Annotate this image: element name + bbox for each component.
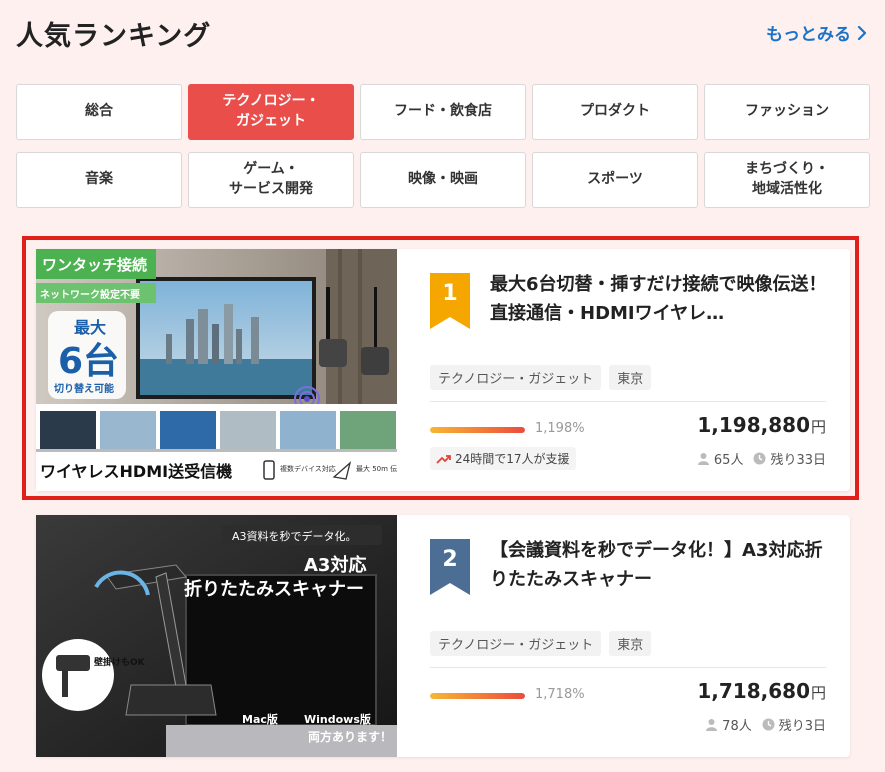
funding-amount: 1,718,680円	[697, 679, 826, 703]
project-card[interactable]: A3資料を秒でデータ化。 A3対応 折りたたみスキャナー 壁掛けもOK Mac版…	[36, 515, 850, 757]
category-tab-food[interactable]: フード・飲食店	[360, 84, 526, 140]
ranking-header: 人気ランキング もっとみる	[16, 12, 869, 52]
category-tab-community[interactable]: まちづくり・ 地域活性化	[704, 152, 870, 208]
currency-label: 円	[810, 684, 826, 702]
category-tabs: 総合 テクノロジー・ ガジェット フード・飲食店 プロダクト ファッション 音楽…	[16, 84, 870, 208]
image-headline-2: 折りたたみスキャナー	[184, 578, 364, 600]
tag-location[interactable]: 東京	[609, 365, 652, 390]
project-title[interactable]: 最大6台切替・挿すだけ接続で映像伝送！直接通信・HDMIワイヤレ…	[490, 271, 835, 329]
project-tags: テクノロジー・ガジェット 東京	[430, 631, 652, 656]
see-more-label: もっとみる	[766, 25, 851, 45]
tag-category[interactable]: テクノロジー・ガジェット	[430, 365, 602, 390]
remaining-label: 残り33日	[770, 453, 826, 468]
project-card[interactable]: ワンタッチ接続 ネットワーク設定不要 最大 6台 切り替え可能 ワイヤレスHDM…	[36, 249, 850, 491]
rank-number: 2	[442, 547, 458, 572]
image-bottom-title: ワイヤレスHDMI送受信機	[40, 462, 232, 481]
category-tab-fashion[interactable]: ファッション	[704, 84, 870, 140]
category-tab-game[interactable]: ゲーム・ サービス開発	[188, 152, 354, 208]
category-tab-music[interactable]: 音楽	[16, 152, 182, 208]
project-meta: 78人 残り3日	[705, 715, 826, 734]
image-badge-sub: ネットワーク設定不要	[40, 288, 140, 301]
image-wall-label: 壁掛けもOK	[94, 656, 146, 668]
image-both-label: 両方あります！	[308, 729, 392, 744]
supporters-label: 78人	[722, 719, 752, 734]
amount-value: 1,198,880	[697, 413, 810, 437]
rank-badge: 2	[430, 539, 470, 595]
category-tab-product[interactable]: プロダクト	[532, 84, 698, 140]
project-thumbnail[interactable]: A3資料を秒でデータ化。 A3対応 折りたたみスキャナー 壁掛けもOK Mac版…	[36, 515, 397, 757]
funding-progress-bar	[430, 427, 525, 433]
supporters-label: 65人	[713, 453, 744, 468]
page-title: 人気ランキング	[16, 21, 212, 52]
project-meta: 65人 残り33日	[697, 449, 826, 468]
rank-number: 1	[442, 281, 458, 306]
person-icon	[697, 453, 709, 465]
scanner-product-image: A3資料を秒でデータ化。 A3対応 折りたたみスキャナー 壁掛けもOK Mac版…	[36, 515, 397, 757]
image-switch-label: 切り替え可能	[54, 382, 114, 395]
funding-progress-bar	[430, 693, 525, 699]
card-divider	[430, 667, 826, 668]
chevron-right-icon	[857, 25, 867, 40]
funding-percent: 1,198%	[535, 421, 585, 436]
image-mac-label: Mac版	[242, 712, 278, 726]
tag-category[interactable]: テクノロジー・ガジェット	[430, 631, 602, 656]
remaining-days: 残り33日	[753, 449, 826, 468]
amount-value: 1,718,680	[697, 679, 810, 703]
supporters-count: 78人	[705, 715, 752, 734]
project-tags: テクノロジー・ガジェット 東京	[430, 365, 652, 390]
category-tab-film[interactable]: 映像・映画	[360, 152, 526, 208]
image-windows-label: Windows版	[304, 712, 371, 726]
card-divider	[430, 401, 826, 402]
person-icon	[706, 719, 718, 731]
remaining-days: 残り3日	[762, 715, 826, 734]
image-top-caption: A3資料を秒でデータ化。	[232, 529, 357, 543]
clock-icon	[762, 718, 775, 731]
funding-progress-fill	[430, 427, 525, 433]
funding-progress-fill	[430, 693, 525, 699]
image-feature-distance: 最大 50m 伝送距離	[356, 464, 397, 473]
category-tab-overall[interactable]: 総合	[16, 84, 182, 140]
category-tab-sports[interactable]: スポーツ	[532, 152, 698, 208]
currency-label: 円	[810, 418, 826, 436]
image-badge-top: ワンタッチ接続	[42, 256, 147, 274]
image-max-label: 最大	[74, 318, 106, 337]
remaining-label: 残り3日	[778, 719, 826, 734]
supporters-count: 65人	[697, 449, 744, 468]
see-more-link[interactable]: もっとみる	[766, 20, 869, 45]
trend-badge: 24時間で17人が支援	[430, 447, 576, 470]
project-title[interactable]: 【会議資料を秒でデータ化！】A3対応折りたたみスキャナー	[490, 537, 835, 595]
image-count: 6台	[58, 341, 119, 382]
funding-amount: 1,198,880円	[697, 413, 826, 437]
project-thumbnail[interactable]: ワンタッチ接続 ネットワーク設定不要 最大 6台 切り替え可能 ワイヤレスHDM…	[36, 249, 397, 491]
category-tab-technology[interactable]: テクノロジー・ ガジェット	[188, 84, 354, 140]
rank-badge: 1	[430, 273, 470, 329]
funding-percent: 1,718%	[535, 687, 585, 702]
image-feature-devices: 複数デバイス対応	[280, 464, 336, 473]
hdmi-product-image: ワンタッチ接続 ネットワーク設定不要 最大 6台 切り替え可能 ワイヤレスHDM…	[36, 249, 397, 491]
trending-up-icon	[436, 454, 451, 464]
trend-label: 24時間で17人が支援	[455, 452, 570, 466]
clock-icon	[753, 452, 766, 465]
image-headline-1: A3対応	[304, 554, 366, 576]
tag-location[interactable]: 東京	[609, 631, 652, 656]
